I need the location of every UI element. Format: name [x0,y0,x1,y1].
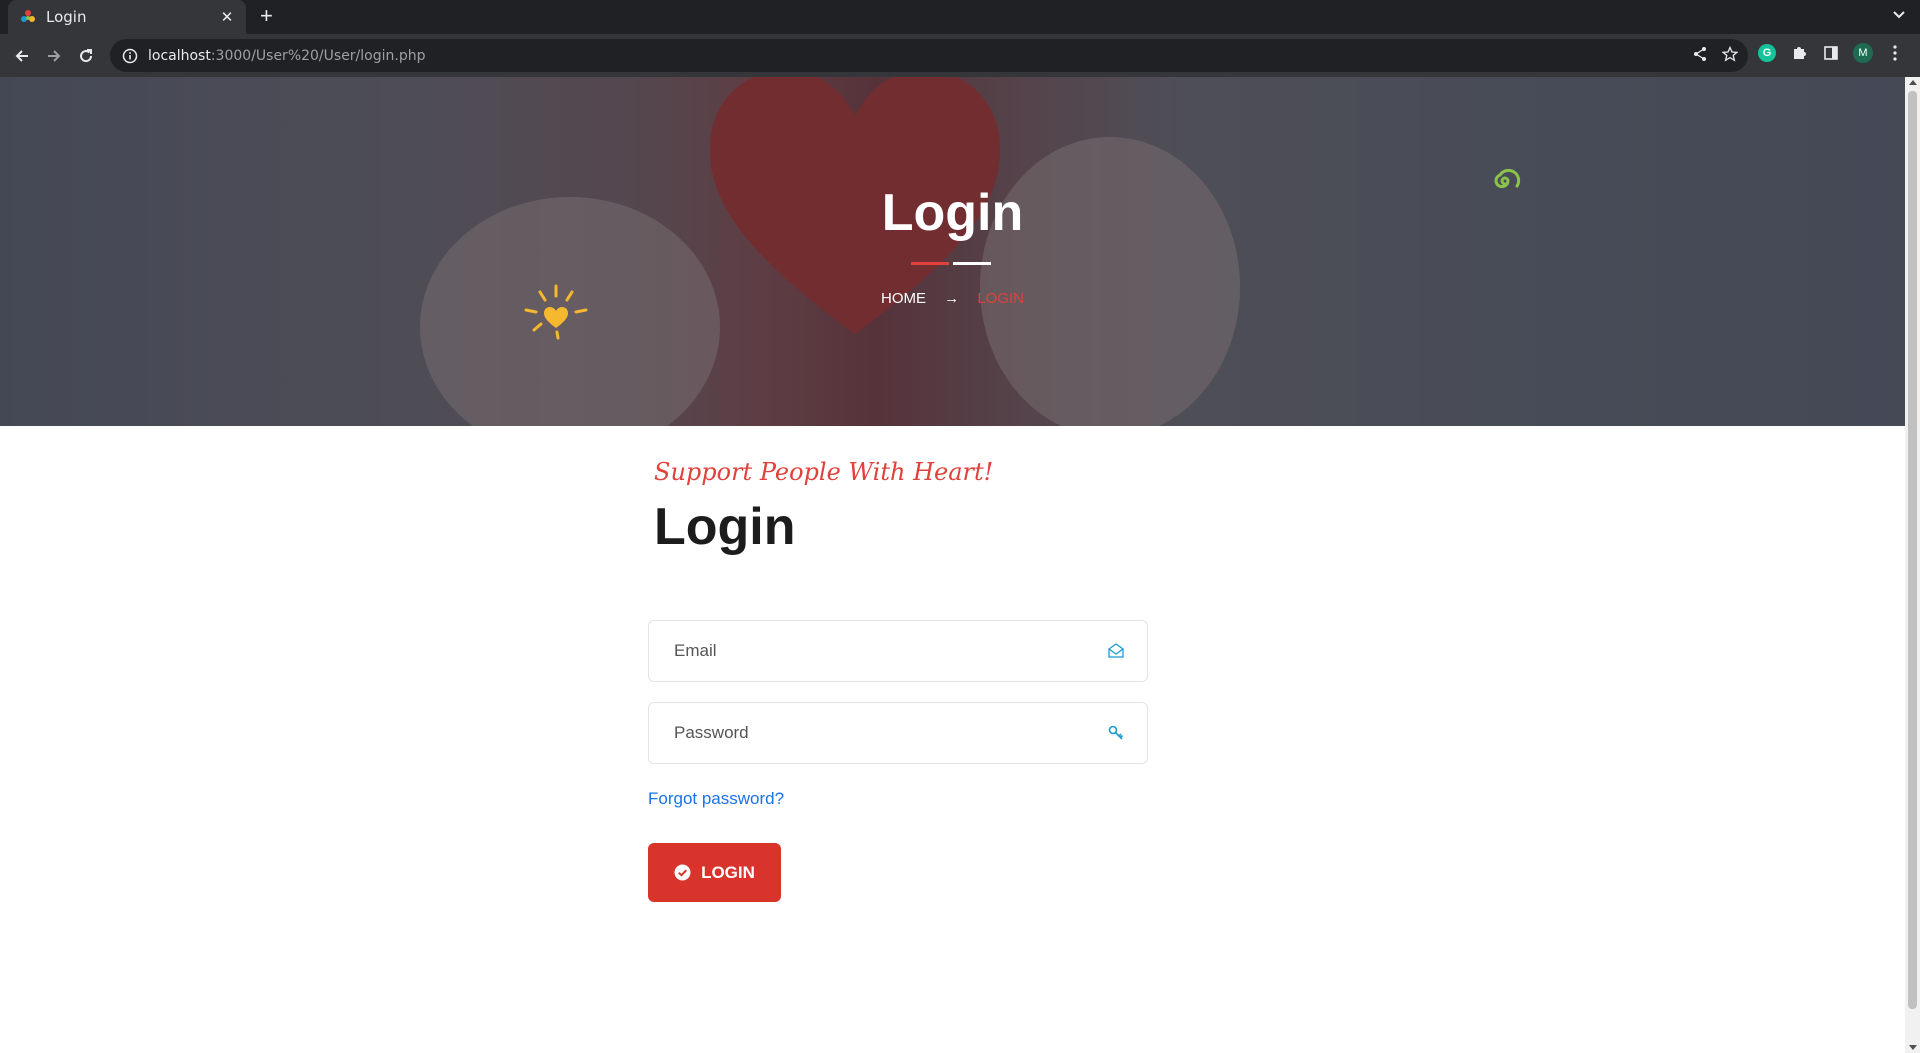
new-tab-button[interactable]: + [260,5,273,27]
reload-icon [80,49,93,63]
address-bar[interactable]: localhost:3000/User%20/User/login.php [110,39,1748,72]
tab-search-chevron-icon[interactable] [1892,7,1906,21]
browser-menu-button[interactable] [1884,42,1906,64]
email-input[interactable] [674,641,1107,661]
page-viewport: Login HOME → LOGIN [0,77,1905,1053]
extensions-area: G M [1756,42,1906,64]
hero-title-underline [911,262,991,265]
underline-red-segment [911,262,949,265]
section-tagline: Support People With Heart! [654,458,994,486]
extensions-button[interactable] [1788,42,1810,64]
page-scrollbar[interactable] [1905,77,1920,1053]
login-button[interactable]: LOGIN [648,843,781,902]
back-button[interactable] [8,42,36,70]
share-icon[interactable] [1692,46,1708,62]
profile-button[interactable]: M [1852,42,1874,64]
hero-banner: Login HOME → LOGIN [0,77,1905,426]
tab-close-icon[interactable]: ✕ [218,8,236,26]
puzzle-piece-icon [1794,47,1806,59]
profile-avatar: M [1853,43,1873,63]
url-path: :3000/User%20/User/login.php [210,47,426,64]
hero-overlay [0,77,1905,426]
forward-arrow-icon [48,50,61,62]
forward-button[interactable] [40,42,68,70]
breadcrumb-arrow-icon: → [944,290,960,307]
side-panel-icon [1824,46,1838,60]
key-icon [1108,725,1124,740]
tab-title: Login [46,8,87,26]
url-text: localhost:3000/User%20/User/login.php [148,48,425,64]
url-host: localhost [148,47,211,64]
reload-button[interactable] [72,42,100,70]
side-panel-button[interactable] [1820,42,1842,64]
email-field[interactable] [648,620,1148,682]
envelope-open-icon [1108,643,1124,658]
forgot-password-link[interactable]: Forgot password? [648,789,784,809]
login-button-label: LOGIN [701,862,755,882]
site-favicon-icon [21,10,35,22]
browser-tab[interactable]: Login ✕ [8,0,246,34]
breadcrumb: HOME → LOGIN [0,290,1905,307]
password-field[interactable] [648,702,1148,764]
scrollbar-thumb[interactable] [1908,91,1917,1009]
browser-toolbar: localhost:3000/User%20/User/login.php G … [0,34,1920,77]
breadcrumb-current: LOGIN [977,290,1025,307]
breadcrumb-home-link[interactable]: HOME [881,290,926,307]
grammarly-icon: G [1758,44,1776,62]
scroll-down-arrow-icon[interactable] [1909,1045,1917,1050]
section-title: Login [654,498,796,556]
site-info-icon[interactable] [122,48,138,64]
scroll-up-arrow-icon[interactable] [1909,80,1917,85]
omnibox-actions [1692,46,1738,62]
kebab-menu-icon [1893,45,1897,61]
browser-tab-bar: Login ✕ + [0,0,1920,34]
hero-title: Login [881,184,1024,242]
bookmark-star-icon[interactable] [1722,46,1738,62]
underline-white-segment [953,262,991,265]
grammarly-extension-button[interactable]: G [1756,42,1778,64]
password-input[interactable] [674,723,1107,743]
check-circle-icon [674,864,691,881]
back-arrow-icon [15,50,28,62]
